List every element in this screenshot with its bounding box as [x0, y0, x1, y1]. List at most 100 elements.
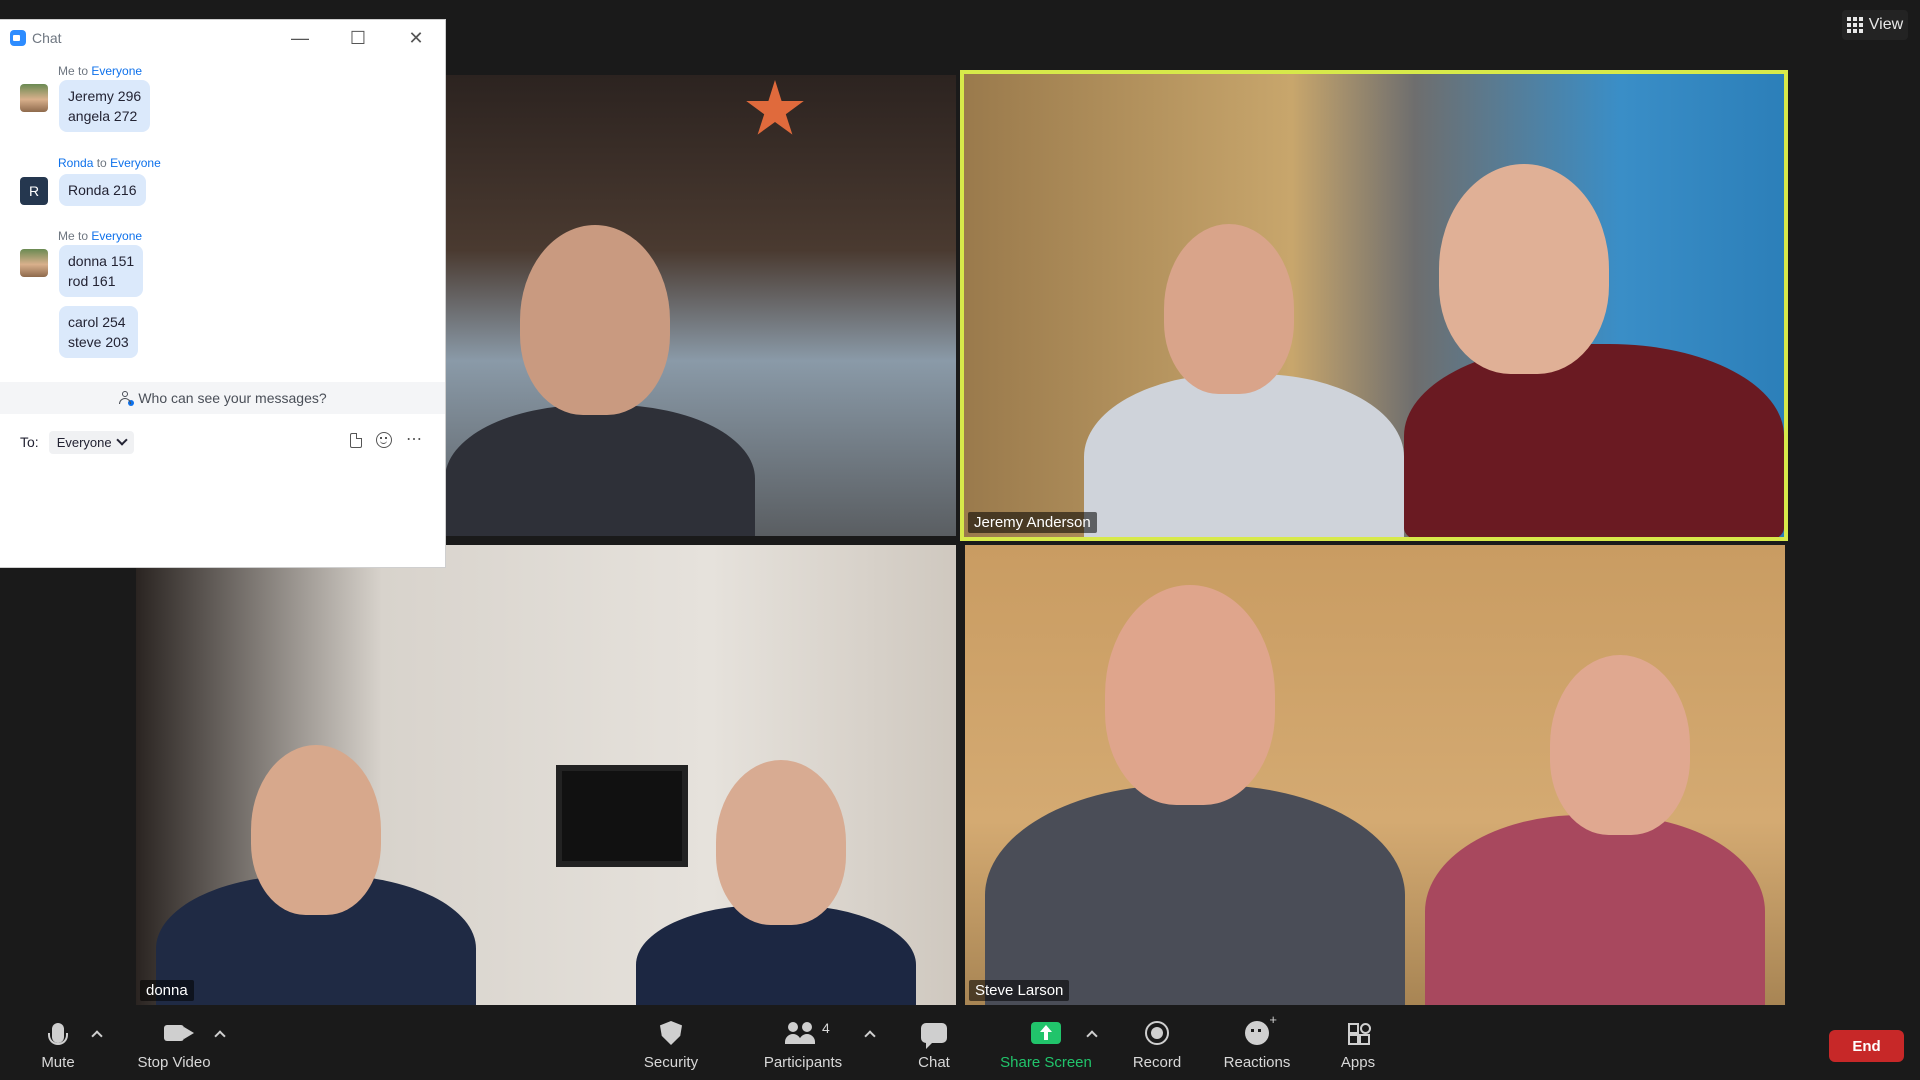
participant-face [1164, 224, 1294, 394]
recipient-value: Everyone [56, 434, 112, 450]
end-meeting-button[interactable]: End [1829, 1030, 1904, 1062]
message-recipient[interactable]: Everyone [91, 229, 142, 243]
message-line: donna 151 [68, 253, 135, 269]
chat-button[interactable]: Chat [889, 1018, 979, 1071]
stop-video-label: Stop Video [137, 1054, 211, 1071]
participant-face [251, 745, 381, 915]
message-recipient[interactable]: Everyone [91, 64, 142, 78]
avatar: R [20, 177, 48, 205]
record-icon [1145, 1021, 1169, 1045]
minimize-icon[interactable]: — [271, 20, 329, 56]
security-button[interactable]: Security [626, 1018, 716, 1071]
participants-options-caret-icon[interactable] [864, 1030, 876, 1042]
video-camera-icon [164, 1025, 194, 1041]
message-sender: Me [58, 229, 75, 243]
participant-face [520, 225, 670, 415]
message-bubble[interactable]: donna 151 rod 161 [59, 245, 144, 297]
recipient-select[interactable]: Everyone [48, 430, 134, 454]
avatar [20, 249, 48, 277]
monitor-decoration [556, 765, 688, 867]
participants-label: Participants [763, 1054, 843, 1071]
apps-label: Apps [1340, 1054, 1376, 1071]
chat-tools: ⋯ [350, 432, 423, 448]
message-line: rod 161 [68, 273, 116, 289]
user-visibility-icon [118, 391, 135, 406]
message-connector: to [78, 229, 89, 243]
participant-name: donna [140, 980, 194, 1001]
message-visibility-link[interactable]: Who can see your messages? [0, 382, 445, 414]
grid-view-icon [1846, 17, 1863, 33]
message-header: Me to Everyone [58, 229, 142, 243]
video-tile-2-active-speaker[interactable]: Jeremy Anderson [960, 70, 1788, 541]
message-recipient[interactable]: Everyone [110, 156, 161, 170]
chat-message-group: Me to Everyone donna 151 rod 161 carol 2… [20, 229, 420, 369]
chat-label: Chat [918, 1054, 950, 1071]
participant-face [1105, 585, 1275, 805]
chat-bubble-icon [921, 1023, 947, 1049]
file-icon[interactable] [350, 432, 362, 448]
avatar [20, 84, 48, 112]
mute-label: Mute [41, 1054, 75, 1071]
emoji-icon[interactable] [376, 432, 392, 448]
message-bubble[interactable]: Jeremy 296 angela 272 [59, 80, 151, 132]
chat-message-group: Me to Everyone Jeremy 296 angela 272 [20, 64, 420, 144]
window-controls: — ☐ ✕ [271, 20, 445, 56]
chevron-down-icon [115, 434, 128, 446]
message-header: Me to Everyone [58, 64, 142, 78]
view-button[interactable]: View [1842, 10, 1908, 40]
visibility-text: Who can see your messages? [138, 390, 327, 406]
message-line: Jeremy 296 [68, 88, 142, 104]
more-options-icon[interactable]: ⋯ [406, 432, 423, 448]
record-button[interactable]: Record [1112, 1018, 1202, 1071]
view-label: View [1868, 16, 1904, 33]
message-bubble[interactable]: Ronda 216 [59, 174, 146, 206]
chat-message-group: Ronda to Everyone R Ronda 216 [20, 156, 420, 216]
recipient-row: To: Everyone [20, 428, 134, 456]
stop-video-button[interactable]: Stop Video [129, 1018, 219, 1071]
video-tile-4[interactable]: Steve Larson [965, 545, 1785, 1005]
security-label: Security [643, 1054, 699, 1071]
chat-title: Chat [32, 30, 62, 46]
participant-body [1425, 815, 1765, 1005]
share-screen-icon [1031, 1022, 1061, 1044]
record-label: Record [1132, 1054, 1182, 1071]
participant-body [1404, 344, 1784, 537]
to-label: To: [20, 434, 39, 450]
message-connector: to [96, 156, 107, 170]
video-tile-1[interactable] [445, 75, 956, 536]
participants-count: 4 [822, 1020, 830, 1036]
mute-button[interactable]: Mute [13, 1018, 103, 1071]
shield-icon [660, 1021, 682, 1045]
chat-titlebar[interactable]: Chat — ☐ ✕ [0, 20, 445, 56]
participant-face [1439, 164, 1609, 374]
chat-window: Chat — ☐ ✕ Me to Everyone Jeremy 296 ang… [0, 20, 445, 567]
message-bubble[interactable]: carol 254 steve 203 [59, 306, 138, 358]
message-header: Ronda to Everyone [58, 156, 161, 170]
maximize-icon[interactable]: ☐ [329, 20, 387, 56]
participants-icon [785, 1022, 818, 1044]
participant-name: Jeremy Anderson [968, 512, 1097, 533]
close-icon[interactable]: ✕ [387, 20, 445, 56]
apps-icon [1348, 1023, 1371, 1045]
participant-face [716, 760, 846, 925]
message-line: steve 203 [68, 334, 129, 350]
reactions-label: Reactions [1223, 1054, 1291, 1071]
participant-body [985, 785, 1405, 1005]
share-screen-button[interactable]: Share Screen [1000, 1018, 1092, 1071]
share-screen-label: Share Screen [1000, 1054, 1092, 1071]
reactions-button[interactable]: Reactions [1212, 1012, 1302, 1071]
message-sender: Me [58, 64, 75, 78]
message-line: carol 254 [68, 314, 126, 330]
participant-face [1550, 655, 1690, 835]
participants-button[interactable]: 4 Participants [758, 1018, 848, 1071]
message-line: angela 272 [68, 108, 138, 124]
message-line: Ronda 216 [68, 182, 137, 198]
participant-name: Steve Larson [969, 980, 1070, 1001]
apps-button[interactable]: Apps [1313, 1018, 1403, 1071]
message-sender[interactable]: Ronda [58, 156, 93, 170]
meeting-toolbar: Mute Stop Video Security 4 Participants … [0, 1010, 1920, 1080]
participant-body [445, 405, 755, 536]
zoom-logo-icon [10, 30, 26, 46]
participant-body [1084, 374, 1404, 537]
video-tile-3[interactable]: donna [136, 545, 956, 1005]
